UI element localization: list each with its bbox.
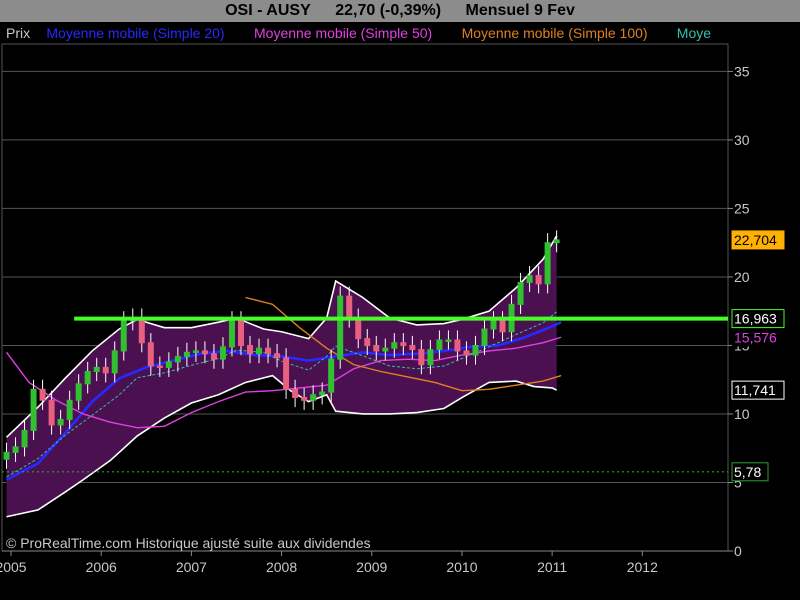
- candle-body: [30, 388, 37, 431]
- candle-body: [400, 342, 407, 346]
- candle-body: [39, 388, 46, 401]
- candle-body: [373, 344, 380, 352]
- candle-body: [165, 361, 172, 368]
- grid: [1, 43, 729, 552]
- candle-body: [183, 351, 190, 357]
- candle-body: [418, 349, 425, 366]
- price-tag-label: 16,963: [734, 311, 777, 327]
- candle-body: [517, 281, 524, 305]
- candle-body: [174, 355, 181, 363]
- y-tick-label: 25: [734, 200, 750, 216]
- y-tick-label: 20: [734, 269, 750, 285]
- y-tick-label: 10: [734, 406, 750, 422]
- x-tick-label: 2009: [356, 559, 387, 575]
- candle-body: [247, 344, 254, 355]
- candle-body: [3, 451, 10, 460]
- copyright-notice: © ProRealTime.com Historique ajusté suit…: [6, 535, 371, 551]
- y-tick-label: 35: [734, 63, 750, 79]
- x-tick-label: 2011: [537, 559, 567, 575]
- legend-item: Moye: [677, 25, 711, 41]
- candle-body: [319, 391, 326, 396]
- price-tag-label: 22,704: [734, 232, 777, 248]
- candle-body: [228, 320, 235, 348]
- price-chart[interactable]: 0510152025303520052006200720082009201020…: [0, 22, 800, 600]
- legend-item: Moyenne mobile (Simple 100): [462, 25, 648, 41]
- candle-body: [201, 350, 208, 355]
- candle-body: [553, 239, 560, 244]
- candle-body: [147, 342, 154, 367]
- candle-body: [337, 295, 344, 360]
- candle-body: [301, 397, 308, 401]
- candle-body: [102, 366, 109, 374]
- candle-body: [265, 347, 272, 355]
- candle-body: [436, 339, 443, 351]
- legend-item: Moyenne mobile (Simple 50): [254, 25, 432, 41]
- x-tick-label: 2012: [627, 559, 658, 575]
- candle-body: [472, 344, 479, 356]
- candle-body: [364, 338, 371, 346]
- y-tick-label: 30: [734, 132, 750, 148]
- period-label: Mensuel 9 Fev: [465, 2, 575, 19]
- candle-body: [526, 275, 533, 283]
- candle-body: [57, 418, 64, 426]
- candle-body: [274, 353, 281, 359]
- x-tick-label: 2005: [0, 559, 27, 575]
- candle-body: [93, 366, 100, 372]
- candle-body: [237, 320, 244, 346]
- price-tag-label: 15,576: [734, 330, 777, 346]
- candle-body: [21, 429, 28, 448]
- candle-body: [310, 394, 317, 401]
- candle-body: [66, 399, 73, 420]
- candle-body: [463, 350, 470, 356]
- chart-title-bar: OSI - AUSY 22,70 (-0,39%) Mensuel 9 Fev: [0, 0, 800, 22]
- candle-body: [445, 339, 452, 342]
- price-tag-label: 11,741: [734, 382, 776, 398]
- candle-body: [219, 346, 226, 360]
- candle-body: [192, 350, 199, 353]
- candle-body: [481, 328, 488, 346]
- legend: Prix Moyenne mobile (Simple 20) Moyenne mo…: [6, 25, 711, 41]
- candle-body: [138, 317, 145, 344]
- candle-body: [355, 317, 362, 340]
- candle-body: [283, 357, 290, 390]
- x-tick-label: 2008: [266, 559, 297, 575]
- candle-body: [499, 320, 506, 333]
- symbol-label: OSI - AUSY: [225, 2, 311, 19]
- candle-body: [12, 446, 19, 453]
- candle-body: [111, 350, 118, 374]
- price-tag-label: 5,78: [734, 464, 761, 480]
- candle-body: [409, 344, 416, 351]
- candle-body: [544, 242, 551, 285]
- candle-body: [391, 342, 398, 349]
- x-tick-label: 2007: [176, 559, 207, 575]
- candle-body: [256, 347, 263, 355]
- candle-body: [535, 275, 542, 285]
- candle-body: [382, 347, 389, 352]
- candle-body: [156, 365, 163, 369]
- candle-body: [328, 358, 335, 393]
- candle-body: [48, 399, 55, 426]
- candle-body: [292, 388, 299, 399]
- quote-label: 22,70 (-0,39%): [335, 2, 442, 19]
- x-tick-label: 2006: [86, 559, 117, 575]
- y-tick-label: 0: [734, 543, 742, 559]
- plot-frame: [1, 43, 729, 552]
- candle-body: [427, 349, 434, 366]
- candle-body: [454, 339, 461, 352]
- candle-body: [120, 320, 127, 352]
- candle-body: [346, 295, 353, 319]
- legend-item: Prix: [6, 25, 30, 41]
- legend-item: Moyenne mobile (Simple 20): [46, 25, 224, 41]
- candle-body: [210, 353, 217, 360]
- x-tick-label: 2010: [446, 559, 477, 575]
- candle-body: [75, 383, 82, 401]
- candle-body: [84, 370, 91, 385]
- candle-body: [490, 320, 497, 330]
